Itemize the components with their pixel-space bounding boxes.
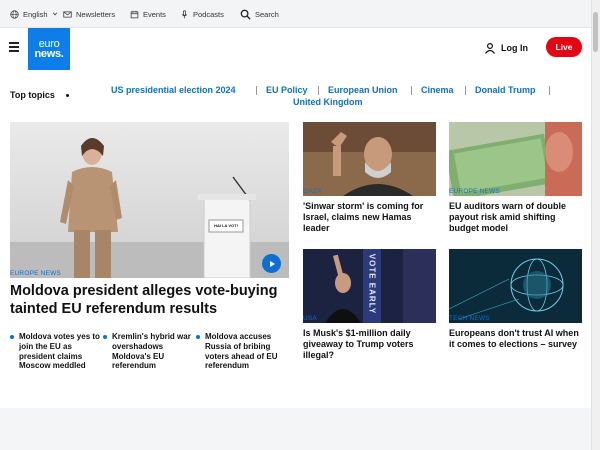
euronews-logo[interactable]: euro news.	[28, 28, 70, 70]
language-selector[interactable]: English	[10, 0, 58, 28]
card-eu-auditors-image[interactable]	[449, 122, 582, 196]
topic-donald-trump[interactable]: Donald Trump	[475, 85, 536, 95]
topic-separator	[465, 86, 466, 95]
related-story-2[interactable]: Kremlin's hybrid war overshadows Moldova…	[112, 332, 198, 371]
topic-cinema[interactable]: Cinema	[421, 85, 454, 95]
logo-text-news: news.	[34, 48, 64, 60]
card-gaza-category[interactable]: GAZA	[303, 188, 322, 195]
play-video-button[interactable]	[262, 254, 281, 273]
page-scrollbar[interactable]	[591, 0, 600, 450]
login-label: Log In	[501, 43, 528, 53]
top-topics-dot	[66, 94, 69, 97]
card-ai-category[interactable]: TECH NEWS	[449, 315, 490, 322]
topic-separator	[411, 86, 412, 95]
events-label: Events	[143, 9, 166, 19]
login-button[interactable]: Log In	[484, 40, 528, 56]
hamas-leader-photo	[303, 122, 436, 196]
card-ai-image[interactable]	[449, 249, 582, 323]
globe-icon	[10, 9, 19, 19]
euro-banknotes-photo	[449, 122, 582, 196]
play-icon	[269, 260, 275, 267]
main-story-image[interactable]: HAI LA VOT!	[10, 122, 289, 278]
newsletters-label: Newsletters	[76, 9, 116, 19]
events-link[interactable]: Events	[130, 0, 166, 28]
site-header: euro news. Log In Live	[0, 28, 600, 72]
topic-eu-policy[interactable]: EU Policy	[266, 85, 308, 95]
search-icon	[240, 9, 251, 20]
microphone-icon	[181, 9, 188, 18]
envelope-icon	[63, 11, 72, 17]
podcasts-label: Podcasts	[193, 9, 224, 19]
top-topics-label: Top topics	[10, 90, 55, 100]
card-ai-title[interactable]: Europeans don't trust AI when it comes t…	[449, 328, 581, 350]
main-story-category[interactable]: EUROPE NEWS	[10, 270, 61, 277]
newsletters-link[interactable]: Newsletters	[63, 0, 115, 28]
digital-globe-photo	[449, 249, 582, 323]
related-bullet	[196, 335, 200, 339]
hamburger-menu-icon[interactable]	[9, 42, 19, 52]
related-story-3[interactable]: Moldova accuses Russia of bribing voters…	[205, 332, 291, 371]
search-label: Search	[255, 9, 279, 19]
card-musk-title[interactable]: Is Musk's $1-million daily giveaway to T…	[303, 328, 435, 361]
topic-separator	[318, 86, 319, 95]
podium-sign-text: HAI LA VOT!	[214, 223, 238, 228]
topic-us-election[interactable]: US presidential election 2024	[111, 85, 236, 95]
search-link[interactable]: Search	[240, 0, 279, 28]
related-story-1[interactable]: Moldova votes yes to join the EU as pres…	[19, 332, 105, 371]
card-musk-image[interactable]: VOTE EARLY	[303, 249, 436, 323]
live-button[interactable]: Live	[546, 37, 582, 57]
card-musk-category[interactable]: USA	[303, 315, 317, 322]
footer-band	[0, 408, 600, 450]
topic-european-union[interactable]: European Union	[328, 85, 398, 95]
related-bullet	[103, 335, 107, 339]
topic-separator	[256, 86, 257, 95]
podcasts-link[interactable]: Podcasts	[180, 0, 224, 28]
card-gaza-title[interactable]: 'Sinwar storm' is coming for Israel, cla…	[303, 201, 435, 234]
language-label: English	[23, 9, 48, 19]
topic-separator	[549, 86, 550, 95]
moldova-president-photo	[10, 122, 289, 278]
chevron-down-icon	[52, 12, 57, 16]
vote-early-banner-text: VOTE EARLY	[367, 253, 377, 315]
related-bullet	[10, 335, 14, 339]
user-icon	[485, 42, 495, 54]
topic-united-kingdom[interactable]: United Kingdom	[293, 97, 363, 107]
calendar-icon	[130, 10, 139, 18]
card-eu-auditors-category[interactable]: EUROPE NEWS	[449, 188, 500, 195]
main-story-title[interactable]: Moldova president alleges vote-buying ta…	[10, 283, 295, 319]
scrollbar-thumb[interactable]	[593, 12, 598, 52]
card-eu-auditors-title[interactable]: EU auditors warn of double payout risk a…	[449, 201, 581, 234]
card-gaza-image[interactable]	[303, 122, 436, 196]
